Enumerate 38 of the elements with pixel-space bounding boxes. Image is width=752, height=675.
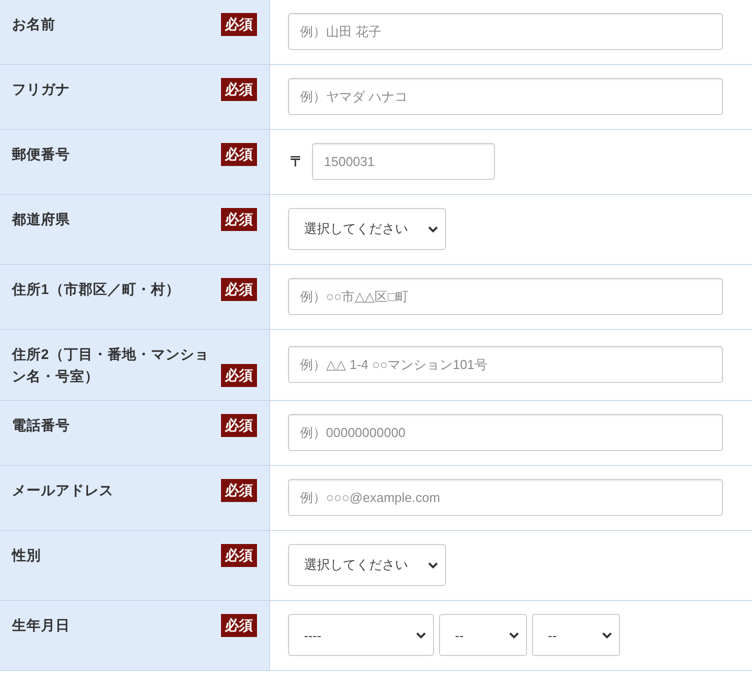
required-badge: 必須	[221, 143, 257, 166]
dropdown-select[interactable]: --	[439, 614, 527, 656]
dropdown-select[interactable]: ----	[288, 614, 434, 656]
required-badge: 必須	[221, 78, 257, 101]
text-field[interactable]: 例）△△ 1-4 ○○マンション101号	[288, 346, 723, 383]
field-label: 住所2（丁目・番地・マンション名・号室）	[12, 345, 210, 386]
required-badge: 必須	[221, 13, 257, 36]
dropdown-select[interactable]: --	[532, 614, 620, 656]
required-badge: 必須	[221, 544, 257, 567]
chevron-down-icon	[416, 632, 426, 638]
field-label: 生年月日	[12, 616, 70, 635]
required-badge: 必須	[221, 278, 257, 301]
field-label: 都道府県	[12, 210, 70, 229]
field-label: フリガナ	[12, 80, 70, 99]
chevron-down-icon	[602, 632, 612, 638]
postal-mark: 〒	[290, 152, 304, 170]
field-label: 住所1（市郡区／町・村）	[12, 280, 180, 299]
required-badge: 必須	[221, 479, 257, 502]
dropdown-select[interactable]: 選択してください	[288, 544, 446, 586]
text-field[interactable]: 例）山田 花子	[288, 13, 723, 50]
required-badge: 必須	[221, 414, 257, 437]
field-label: 郵便番号	[12, 145, 70, 164]
chevron-down-icon	[428, 226, 438, 232]
field-label: メールアドレス	[12, 481, 114, 500]
field-label: お名前	[12, 15, 56, 34]
required-badge: 必須	[221, 614, 257, 637]
text-field[interactable]: 例）00000000000	[288, 414, 723, 451]
text-field[interactable]: 例）○○市△△区□町	[288, 278, 723, 315]
postal-code-field[interactable]: 1500031	[312, 143, 495, 180]
required-badge: 必須	[221, 364, 257, 387]
required-badge: 必須	[221, 208, 257, 231]
chevron-down-icon	[509, 632, 519, 638]
text-field[interactable]: 例）○○○@example.com	[288, 479, 723, 516]
chevron-down-icon	[428, 562, 438, 568]
text-field[interactable]: 例）ヤマダ ハナコ	[288, 78, 723, 115]
field-label: 電話番号	[12, 416, 70, 435]
field-label: 性別	[12, 546, 41, 565]
dropdown-select[interactable]: 選択してください	[288, 208, 446, 250]
